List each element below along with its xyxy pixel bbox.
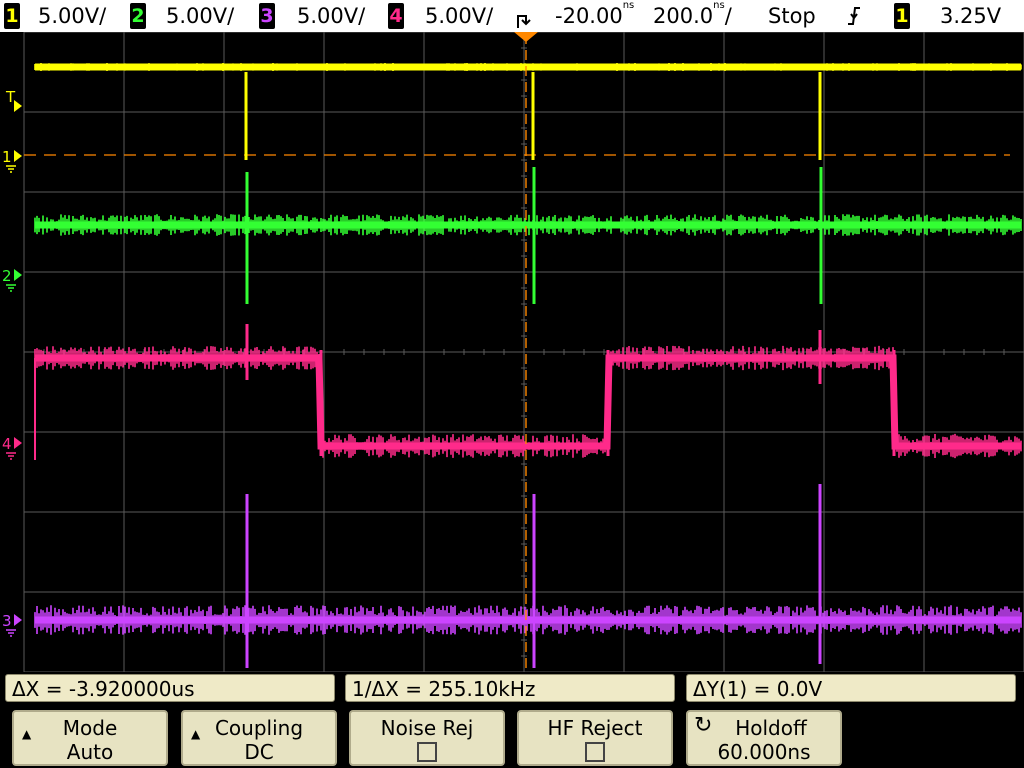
channel-2-badge[interactable]: 2 bbox=[130, 3, 146, 29]
inverse-delta-x-readout: 1/ΔX = 255.10kHz bbox=[345, 674, 675, 702]
waveform-canvas: T 1 2 4 3 bbox=[2, 32, 1024, 672]
trigger-level: 3.25V bbox=[940, 4, 1002, 28]
delta-x-readout: ΔX = -3.920000us bbox=[5, 674, 335, 702]
noise-reject-softkey[interactable]: Noise Rej bbox=[349, 710, 505, 766]
marker-3-label: 3 bbox=[2, 612, 12, 630]
traces bbox=[34, 63, 1022, 668]
status-bar: 1 5.00V/ 2 5.00V/ 3 5.00V/ 4 5.00V/ -20.… bbox=[0, 0, 1024, 32]
channel-4-ground-icon[interactable]: 4 bbox=[2, 435, 22, 460]
channel-1-badge[interactable]: 1 bbox=[4, 3, 20, 29]
marker-1-label: 1 bbox=[2, 148, 12, 166]
holdoff-softkey[interactable]: ↻ Holdoff 60.000ns bbox=[686, 710, 842, 766]
holdoff-label: Holdoff bbox=[735, 716, 807, 740]
mode-value: Auto bbox=[66, 740, 114, 764]
graticule bbox=[23, 32, 1024, 672]
channel-1-ground-icon[interactable]: 1 bbox=[2, 148, 22, 173]
channel-4-scale: 5.00V/ bbox=[425, 4, 494, 28]
channel-4-badge[interactable]: 4 bbox=[388, 3, 404, 29]
delta-y-readout: ΔY(1) = 0.0V bbox=[686, 674, 1016, 702]
run-state: Stop bbox=[768, 4, 816, 28]
noise-reject-label: Noise Rej bbox=[380, 716, 474, 740]
timebase-value: 200.0ns/ bbox=[653, 0, 732, 32]
coupling-value: DC bbox=[244, 740, 274, 764]
timebase-suffix: / bbox=[724, 4, 732, 28]
channel-2-trace bbox=[34, 167, 1022, 304]
marker-2-label: 2 bbox=[2, 267, 12, 285]
channel-4-trace bbox=[34, 324, 1022, 459]
hf-reject-checkbox[interactable] bbox=[585, 742, 605, 762]
hf-reject-label: HF Reject bbox=[547, 716, 643, 740]
timebase-number: 200.0 bbox=[653, 4, 714, 28]
channel-3-ground-icon[interactable]: 3 bbox=[2, 612, 22, 637]
channel-3-scale: 5.00V/ bbox=[297, 4, 366, 28]
mode-softkey[interactable]: ▲ Mode Auto bbox=[12, 710, 168, 766]
waveform-display: T 1 2 4 3 bbox=[0, 32, 1024, 672]
delay-icon bbox=[514, 0, 538, 32]
delay-number: -20.00 bbox=[555, 4, 623, 28]
delay-value: -20.00ns bbox=[555, 0, 634, 32]
marker-4-label: 4 bbox=[2, 435, 12, 453]
channel-2-ground-icon[interactable]: 2 bbox=[2, 267, 22, 292]
timebase-unit: ns bbox=[713, 0, 725, 11]
delay-unit: ns bbox=[622, 0, 635, 11]
coupling-softkey[interactable]: ▲ Coupling DC bbox=[181, 710, 337, 766]
cursor-readouts: ΔX = -3.920000us 1/ΔX = 255.10kHz ΔY(1) … bbox=[0, 672, 1024, 704]
hf-reject-softkey[interactable]: HF Reject bbox=[517, 710, 673, 766]
falling-edge-icon bbox=[846, 0, 862, 32]
trigger-source-badge[interactable]: 1 bbox=[894, 3, 910, 29]
channel-1-scale: 5.00V/ bbox=[38, 4, 107, 28]
noise-reject-checkbox[interactable] bbox=[417, 742, 437, 762]
mode-label: Mode bbox=[62, 716, 118, 740]
channel-3-badge[interactable]: 3 bbox=[259, 3, 275, 29]
coupling-label: Coupling bbox=[214, 716, 304, 740]
channel-2-scale: 5.00V/ bbox=[166, 4, 235, 28]
holdoff-value: 60.000ns bbox=[717, 740, 811, 764]
trigger-level-marker-icon[interactable]: T bbox=[5, 88, 22, 112]
softkey-menu: ▲ Mode Auto ▲ Coupling DC Noise Rej HF R… bbox=[0, 704, 1024, 768]
